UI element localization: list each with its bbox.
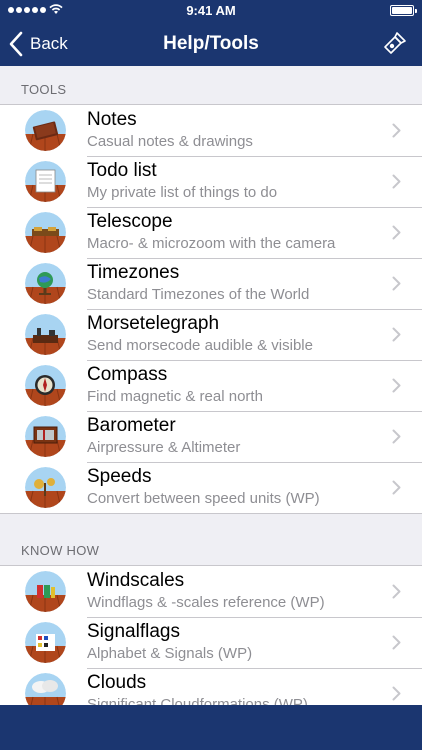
chevron-right-icon <box>392 123 401 138</box>
back-label: Back <box>30 34 68 53</box>
todo-icon <box>25 161 66 202</box>
list-item-subtitle: Casual notes & drawings <box>87 133 253 150</box>
list-item-texts: Barometer Airpressure & Altimeter <box>87 415 382 457</box>
list-item-notes[interactable]: Notes Casual notes & drawings <box>0 105 422 156</box>
list-item-title: Speeds <box>87 466 152 487</box>
barometer-icon <box>25 416 66 457</box>
list-item-speeds[interactable]: Speeds Convert between speed units (WP) <box>0 462 422 513</box>
list-item-texts: Speeds Convert between speed units (WP) <box>87 466 382 508</box>
list-item-timezones[interactable]: Timezones Standard Timezones of the World <box>0 258 422 309</box>
notes-icon <box>25 110 66 151</box>
list-item-subtitle: Macro- & microzoom with the camera <box>87 235 336 252</box>
list-item-telescope[interactable]: Telescope Macro- & microzoom with the cam… <box>0 207 422 258</box>
chevron-right-icon <box>392 686 401 701</box>
list-item-subtitle: Windflags & -scales reference (WP) <box>87 594 325 611</box>
telegraph-icon <box>25 314 66 355</box>
list-item-subtitle: Find magnetic & real north <box>87 388 263 405</box>
list-item-texts: Morsetelegraph Send morsecode audible & v… <box>87 313 382 355</box>
chevron-right-icon <box>392 327 401 342</box>
list-item-texts: Windscales Windflags & -scales reference … <box>87 570 382 612</box>
content: TOOLS Notes Casual notes & drawings Todo l… <box>0 66 422 720</box>
list-item-texts: Signalflags Alphabet & Signals (WP) <box>87 621 382 663</box>
list-item-texts: Telescope Macro- & microzoom with the cam… <box>87 211 382 253</box>
chevron-right-icon <box>392 225 401 240</box>
list-item-title: Morsetelegraph <box>87 313 220 334</box>
list-item-texts: Timezones Standard Timezones of the World <box>87 262 382 304</box>
list-item-title: Todo list <box>87 160 157 181</box>
chevron-right-icon <box>392 378 401 393</box>
list-item-morsetelegraph[interactable]: Morsetelegraph Send morsecode audible & v… <box>0 309 422 360</box>
list-item-barometer[interactable]: Barometer Airpressure & Altimeter <box>0 411 422 462</box>
list-item-subtitle: Standard Timezones of the World <box>87 286 310 303</box>
tools-list: Notes Casual notes & drawings Todo list My … <box>0 104 422 514</box>
signalflags-icon <box>25 622 66 663</box>
navigation-bar: 9:41 AM Help/Tools Back <box>0 0 422 66</box>
list-item-subtitle: Convert between speed units (WP) <box>87 490 320 507</box>
list-item-subtitle: Send morsecode audible & visible <box>87 337 313 354</box>
chevron-right-icon <box>392 174 401 189</box>
status-time: 9:41 AM <box>186 3 236 18</box>
list-item-compass[interactable]: Compass Find magnetic & real north <box>0 360 422 411</box>
list-item-todo-list[interactable]: Todo list My private list of things to do <box>0 156 422 207</box>
chevron-right-icon <box>392 429 401 444</box>
screen: 9:41 AM Help/Tools Back TOOLS Notes Casu… <box>0 0 422 750</box>
list-item-texts: Todo list My private list of things to do <box>87 160 382 202</box>
chevron-left-icon <box>9 31 23 57</box>
knowhow-list: Windscales Windflags & -scales reference … <box>0 565 422 720</box>
section-header-tools: TOOLS <box>21 82 67 97</box>
list-item-title: Windscales <box>87 570 185 591</box>
list-item-texts: Notes Casual notes & drawings <box>87 109 382 151</box>
telescope-icon <box>25 212 66 253</box>
bottom-bar <box>0 705 422 750</box>
chevron-right-icon <box>392 635 401 650</box>
flashlight-icon[interactable] <box>382 30 408 56</box>
list-item-subtitle: Alphabet & Signals (WP) <box>87 645 253 662</box>
list-item-title: Clouds <box>87 672 147 693</box>
compass-icon <box>25 365 66 406</box>
speeds-icon <box>25 467 66 508</box>
status-bar: 9:41 AM <box>0 0 422 22</box>
list-item-signalflags[interactable]: Signalflags Alphabet & Signals (WP) <box>0 617 422 668</box>
list-item-texts: Compass Find magnetic & real north <box>87 364 382 406</box>
chevron-right-icon <box>392 584 401 599</box>
list-item-title: Compass <box>87 364 168 385</box>
windscales-icon <box>25 571 66 612</box>
list-item-title: Timezones <box>87 262 180 283</box>
back-button[interactable]: Back <box>8 30 68 58</box>
list-item-windscales[interactable]: Windscales Windflags & -scales reference … <box>0 566 422 617</box>
list-item-title: Barometer <box>87 415 176 436</box>
chevron-right-icon <box>392 480 401 495</box>
list-item-title: Telescope <box>87 211 173 232</box>
chevron-right-icon <box>392 276 401 291</box>
list-item-title: Signalflags <box>87 621 180 642</box>
nav-bar-content: Help/Tools Back <box>0 22 422 66</box>
list-item-title: Notes <box>87 109 137 130</box>
list-item-subtitle: My private list of things to do <box>87 184 278 201</box>
battery-icon <box>390 5 417 16</box>
section-header-knowhow: KNOW HOW <box>21 543 100 558</box>
globe-icon <box>25 263 66 304</box>
list-item-subtitle: Airpressure & Altimeter <box>87 439 241 456</box>
